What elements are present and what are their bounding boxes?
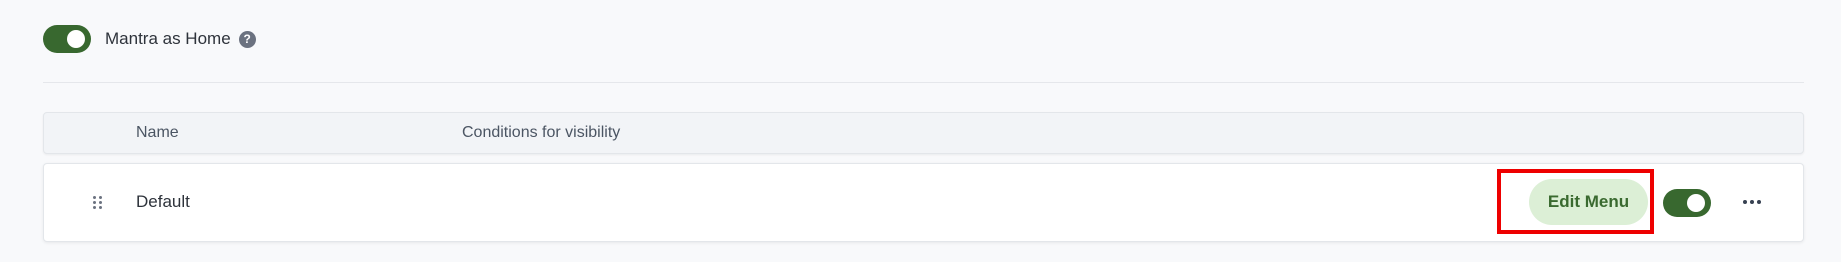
menu-name: Default — [136, 192, 190, 211]
menu-visibility-toggle[interactable] — [1663, 189, 1711, 217]
menu-settings-page: Mantra as Home ? Name Conditions for vis… — [0, 0, 1841, 262]
column-header-conditions: Conditions for visibility — [462, 124, 621, 141]
drag-handle-icon[interactable] — [93, 196, 102, 209]
table-header: Name Conditions for visibility — [43, 112, 1804, 154]
column-header-name: Name — [136, 124, 179, 141]
table-row: Default Edit Menu — [43, 163, 1804, 242]
mantra-as-home-label: Mantra as Home — [105, 29, 231, 48]
mantra-as-home-toggle[interactable] — [43, 25, 91, 53]
toggle-knob — [67, 30, 85, 48]
toggle-knob — [1687, 194, 1705, 212]
edit-menu-button[interactable]: Edit Menu — [1529, 179, 1648, 225]
home-setting-row: Mantra as Home ? — [43, 23, 256, 55]
section-divider — [43, 82, 1804, 83]
question-circle-icon[interactable]: ? — [238, 30, 256, 48]
more-horizontal-icon[interactable] — [1737, 188, 1767, 216]
